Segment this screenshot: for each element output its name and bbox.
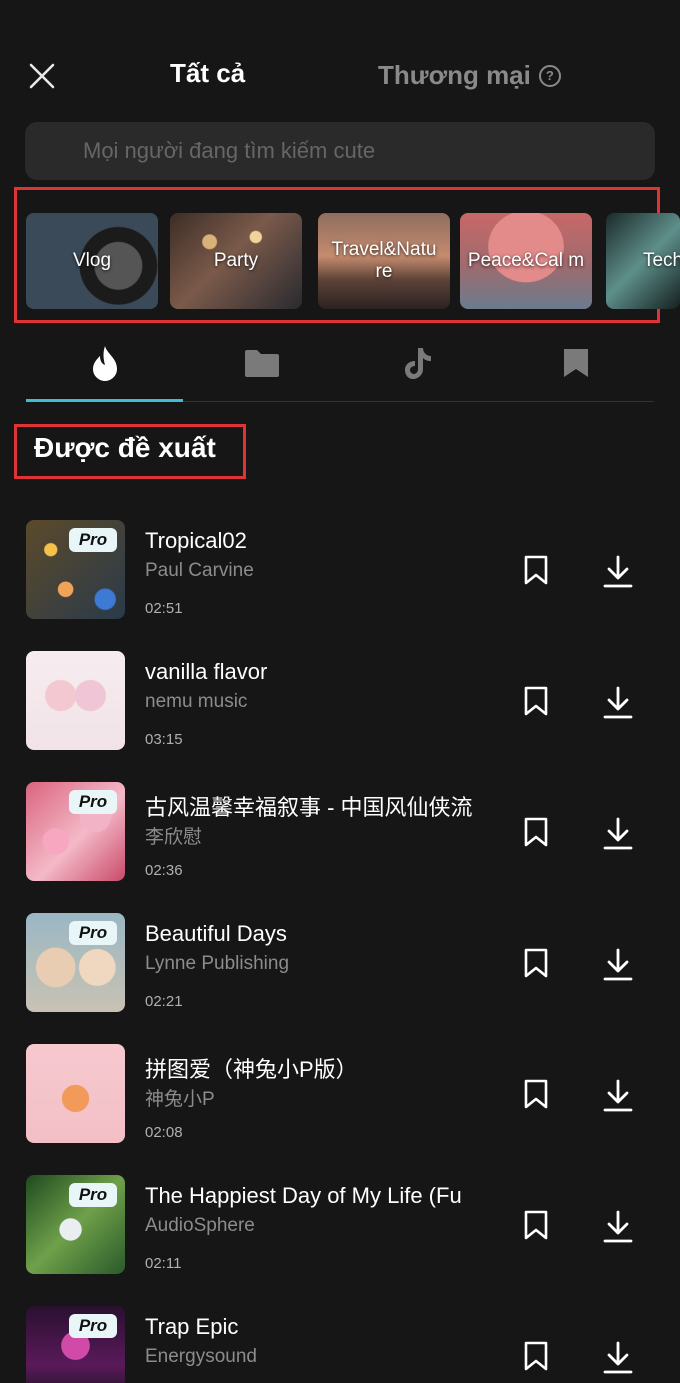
download-button[interactable]	[600, 1209, 636, 1245]
pro-badge: Pro	[69, 1183, 117, 1207]
track-title: Tropical02	[145, 528, 247, 553]
list-item[interactable]: vanilla flavor nemu music 03:15	[0, 649, 680, 751]
bookmark-button[interactable]	[520, 816, 552, 848]
track-artist: 神兔小P	[145, 1089, 215, 1110]
category-party[interactable]: Party	[170, 213, 302, 309]
list-item[interactable]: Pro 古风温馨幸福叙事 - 中国风仙侠流 李欣慰 02:36	[0, 780, 680, 882]
download-button[interactable]	[600, 1078, 636, 1114]
category-tech[interactable]: Tech	[606, 213, 680, 309]
list-item[interactable]: Pro Trap Epic Energysound	[0, 1304, 680, 1383]
tab-tiktok[interactable]	[340, 325, 497, 401]
list-item[interactable]: 拼图爱（神兔小P版） 神兔小P 02:08	[0, 1042, 680, 1144]
search-input[interactable]	[25, 122, 655, 180]
category-vlog[interactable]: Vlog	[26, 213, 158, 309]
list-item[interactable]: Pro Tropical02 Paul Carvine 02:51	[0, 518, 680, 620]
flame-icon	[92, 346, 117, 381]
bookmark-outline-icon	[524, 555, 548, 585]
track-artist: 李欣慰	[145, 827, 203, 848]
tab-saved[interactable]	[497, 325, 654, 401]
track-artist: AudioSphere	[145, 1215, 255, 1236]
category-peace-calm[interactable]: Peace&Cal m	[460, 213, 592, 309]
bookmark-outline-icon	[524, 686, 548, 716]
bookmark-button[interactable]	[520, 1340, 552, 1372]
track-thumbnail: Pro	[26, 520, 125, 619]
category-label: Tech	[642, 250, 680, 271]
category-label: Party	[213, 250, 259, 271]
track-title: Trap Epic	[145, 1314, 239, 1339]
icon-tab-bar	[26, 325, 654, 402]
category-label: Peace&Cal m	[467, 250, 585, 271]
help-icon[interactable]: ?	[538, 64, 561, 87]
category-travel-nature[interactable]: Travel&Natu re	[318, 213, 450, 309]
folder-icon	[244, 350, 279, 377]
track-duration: 02:51	[145, 600, 183, 617]
download-button[interactable]	[600, 685, 636, 721]
bookmark-button[interactable]	[520, 947, 552, 979]
track-thumbnail	[26, 651, 125, 750]
track-duration: 02:11	[145, 1255, 182, 1272]
track-artist: Energysound	[145, 1346, 257, 1367]
track-thumbnail: Pro	[26, 1175, 125, 1274]
track-duration: 03:15	[145, 731, 183, 748]
bookmark-button[interactable]	[520, 1209, 552, 1241]
download-icon	[603, 1341, 633, 1374]
close-icon	[29, 63, 55, 89]
pro-badge: Pro	[69, 528, 117, 552]
tab-commercial[interactable]: Thương mại ?	[378, 60, 561, 91]
track-title: Beautiful Days	[145, 921, 287, 946]
track-title: 古风温馨幸福叙事 - 中国风仙侠流	[145, 795, 473, 820]
category-label: Travel&Natu re	[331, 239, 437, 282]
download-button[interactable]	[600, 947, 636, 983]
pro-badge: Pro	[69, 921, 117, 945]
category-label: Vlog	[72, 250, 112, 271]
pro-badge: Pro	[69, 1314, 117, 1338]
tab-folder[interactable]	[183, 325, 340, 401]
search-bar[interactable]	[25, 122, 655, 180]
track-thumbnail: Pro	[26, 913, 125, 1012]
category-carousel[interactable]: Vlog Party Travel&Natu re Peace&Cal m Te…	[26, 213, 680, 309]
track-artist: Lynne Publishing	[145, 953, 290, 974]
download-button[interactable]	[600, 816, 636, 852]
track-title: 拼图爱（神兔小P版）	[145, 1057, 358, 1082]
close-button[interactable]	[26, 60, 58, 92]
download-icon	[603, 555, 633, 588]
tiktok-icon	[404, 348, 431, 379]
download-icon	[603, 817, 633, 850]
bookmark-button[interactable]	[520, 554, 552, 586]
bookmark-outline-icon	[524, 948, 548, 978]
track-artist: nemu music	[145, 691, 248, 712]
track-thumbnail: Pro	[26, 1306, 125, 1383]
download-icon	[603, 948, 633, 981]
bookmark-outline-icon	[524, 1341, 548, 1371]
tab-commercial-label: Thương mại	[378, 60, 531, 90]
bookmark-outline-icon	[524, 1079, 548, 1109]
track-thumbnail: Pro	[26, 782, 125, 881]
bookmark-outline-icon	[524, 1210, 548, 1240]
list-item[interactable]: Pro The Happiest Day of My Life (Fu Audi…	[0, 1173, 680, 1275]
tab-trending[interactable]	[26, 325, 183, 402]
bookmark-outline-icon	[524, 817, 548, 847]
bookmark-button[interactable]	[520, 685, 552, 717]
download-icon	[603, 1210, 633, 1243]
download-button[interactable]	[600, 554, 636, 590]
track-thumbnail	[26, 1044, 125, 1143]
track-title: The Happiest Day of My Life (Fu	[145, 1183, 462, 1208]
top-bar: Tất cả Thương mại ?	[0, 0, 680, 120]
tab-all[interactable]: Tất cả	[170, 58, 245, 89]
download-button[interactable]	[600, 1340, 636, 1376]
section-title: Được đề xuất	[34, 432, 216, 463]
track-artist: Paul Carvine	[145, 560, 254, 581]
track-duration: 02:08	[145, 1124, 183, 1141]
pro-badge: Pro	[69, 790, 117, 814]
download-icon	[603, 1079, 633, 1112]
bookmark-button[interactable]	[520, 1078, 552, 1110]
track-title: vanilla flavor	[145, 659, 268, 684]
download-icon	[603, 686, 633, 719]
track-duration: 02:21	[145, 993, 183, 1010]
bookmark-icon	[563, 349, 588, 377]
list-item[interactable]: Pro Beautiful Days Lynne Publishing 02:2…	[0, 911, 680, 1013]
track-duration: 02:36	[145, 862, 183, 879]
